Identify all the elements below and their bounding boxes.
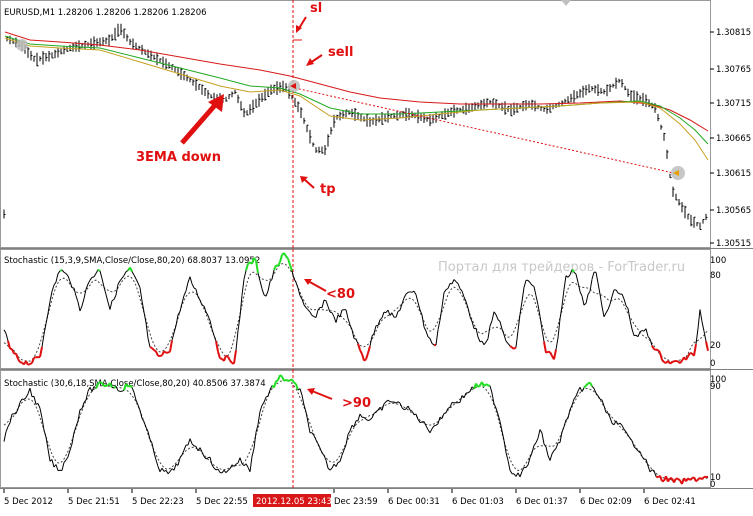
- svg-text:5 Dec 21:51: 5 Dec 21:51: [68, 497, 120, 507]
- stoch1-level-top: 100: [710, 256, 726, 266]
- stoch1-level-high: 80: [710, 271, 721, 281]
- price-chart-panel[interactable]: EURUSD,M1 1.28206 1.28206 1.28206 1.2820…: [0, 0, 753, 249]
- stoch2-level-high: 90: [710, 382, 721, 392]
- chart-window[interactable]: EURUSD,M1 1.28206 1.28206 1.28206 1.2820…: [0, 0, 753, 516]
- symbol-header: EURUSD,M1 1.28206 1.28206 1.28206 1.2820…: [4, 8, 207, 18]
- stoch1-annotation: <80: [326, 287, 355, 302]
- sell-annotation: sell: [328, 45, 353, 60]
- stochastic-2-header: Stochastic (30,6,18,SMA,Close/Close,80,2…: [4, 379, 266, 389]
- stochastic-2-panel[interactable]: Stochastic (30,6,18,SMA,Close/Close,80,2…: [0, 370, 753, 489]
- svg-text:1.30715: 1.30715: [716, 99, 751, 109]
- svg-text:5 Dec 22:23: 5 Dec 22:23: [132, 497, 184, 507]
- svg-text:6 Dec 02:41: 6 Dec 02:41: [644, 497, 696, 507]
- svg-text:6 Dec 01:03: 6 Dec 01:03: [452, 497, 504, 507]
- price-tick: 1.30715: [710, 99, 751, 109]
- watermark: Портал для трейдеров - ForTrader.ru: [438, 260, 685, 275]
- price-tick: 1.30765: [710, 65, 751, 75]
- time-label-highlight: 2012.12.05 23:43: [256, 497, 332, 507]
- stoch2-annotation: >90: [342, 396, 371, 411]
- ema-annotation: 3EMA down: [136, 150, 221, 165]
- svg-text:1.30615: 1.30615: [716, 169, 751, 179]
- svg-text:1.30565: 1.30565: [716, 206, 751, 216]
- price-tick: 1.30665: [710, 134, 751, 144]
- price-tick: 1.30515: [710, 239, 751, 249]
- svg-text:5 Dec 2012: 5 Dec 2012: [4, 497, 53, 507]
- svg-text:6 Dec 00:31: 6 Dec 00:31: [388, 497, 440, 507]
- svg-text:6 Dec 01:37: 6 Dec 01:37: [516, 497, 568, 507]
- svg-text:1.30665: 1.30665: [716, 134, 751, 144]
- stoch1-level-bottom: 0: [710, 359, 715, 369]
- price-tick: 1.30615: [710, 169, 751, 179]
- price-tick: 1.30815: [710, 28, 751, 38]
- tp-annotation: tp: [320, 182, 336, 197]
- entry-marker[interactable]: [16, 39, 28, 51]
- svg-text:Dec 23:59: Dec 23:59: [334, 497, 378, 507]
- stochastic-1-panel[interactable]: Stochastic (15,3,9,SMA,Close/Close,80,20…: [0, 249, 753, 370]
- svg-text:1.30765: 1.30765: [716, 65, 751, 75]
- svg-text:5 Dec 22:55: 5 Dec 22:55: [196, 497, 248, 507]
- stoch2-level-bottom: 0: [710, 480, 715, 489]
- svg-text:6 Dec 02:09: 6 Dec 02:09: [580, 497, 632, 507]
- time-axis: 5 Dec 2012 5 Dec 21:51 5 Dec 22:23 5 Dec…: [0, 489, 753, 516]
- svg-text:2012.12.05 23:43: 2012.12.05 23:43: [256, 497, 332, 507]
- stoch1-level-low: 20: [710, 341, 721, 351]
- svg-text:1.30815: 1.30815: [716, 28, 751, 38]
- svg-text:1.30515: 1.30515: [716, 239, 751, 249]
- stochastic-1-header: Stochastic (15,3,9,SMA,Close/Close,80,20…: [4, 256, 260, 266]
- price-tick: 1.30565: [710, 206, 751, 216]
- sl-annotation: sl: [310, 1, 322, 16]
